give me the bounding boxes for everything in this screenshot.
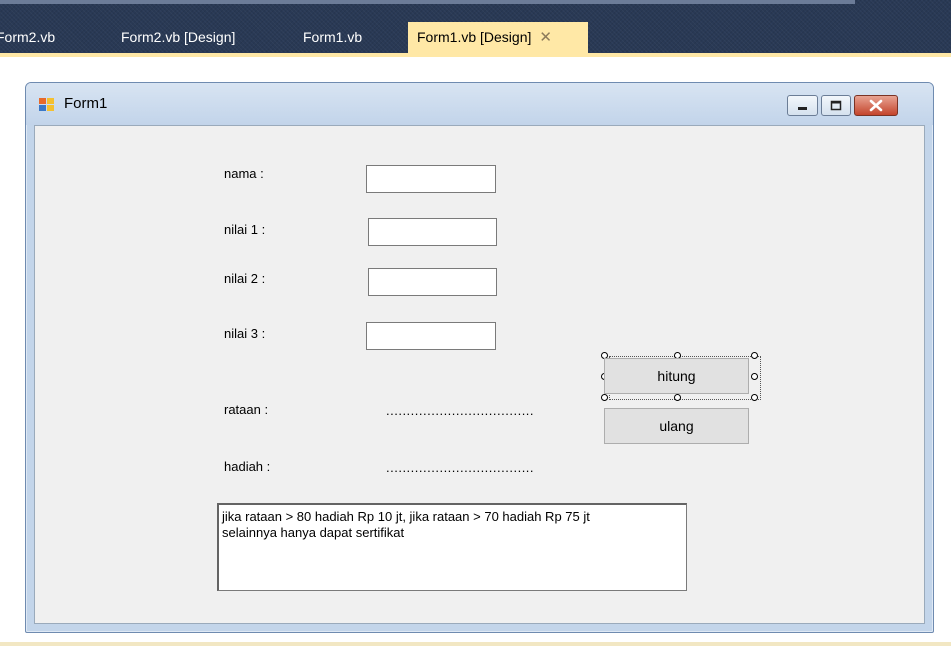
- tab-form1-design[interactable]: Form1.vb [Design] ✕: [408, 22, 588, 53]
- label-hadiah: hadiah :: [224, 459, 271, 474]
- close-tab-icon[interactable]: ✕: [539, 29, 552, 46]
- tab-label: Form1.vb: [303, 29, 363, 45]
- hitung-button[interactable]: hitung: [604, 358, 749, 394]
- tab-form1-vb[interactable]: Form1.vb: [303, 22, 362, 53]
- tab-label: Form2.vb: [0, 29, 56, 45]
- label-nilai1: nilai 1 :: [224, 222, 266, 237]
- form-title: Form1: [64, 95, 108, 112]
- resize-handle-sw[interactable]: [601, 394, 608, 401]
- label-nilai2: nilai 2 :: [224, 271, 266, 286]
- tab-strip-divider: [0, 0, 855, 4]
- document-tab-strip: Form2.vb Form2.vb [Design] Form1.vb Form…: [0, 0, 951, 55]
- minimize-button[interactable]: [787, 95, 818, 116]
- tab-form2-vb[interactable]: Form2.vb: [0, 22, 55, 53]
- input-nilai1[interactable]: [368, 218, 497, 246]
- resize-handle-s[interactable]: [674, 394, 681, 401]
- form-icon: [39, 98, 54, 111]
- maximize-button[interactable]: [821, 95, 851, 116]
- tab-form2-design[interactable]: Form2.vb [Design]: [121, 22, 235, 53]
- form-window[interactable]: Form1 nama : nilai 1 : nilai 2 : nilai 3…: [25, 82, 934, 633]
- label-nama: nama :: [224, 166, 264, 181]
- minimize-icon: [798, 107, 807, 110]
- hadiah-value: ....................................: [386, 460, 535, 475]
- input-nilai2[interactable]: [368, 268, 497, 296]
- input-nama[interactable]: [366, 165, 496, 193]
- close-button[interactable]: [854, 95, 898, 116]
- close-icon: [869, 99, 883, 112]
- info-textbox[interactable]: jika rataan > 80 hadiah Rp 10 jt, jika r…: [217, 503, 687, 591]
- resize-handle-ne[interactable]: [751, 352, 758, 359]
- designer-bottom-border: [0, 642, 951, 646]
- resize-handle-se[interactable]: [751, 394, 758, 401]
- input-nilai3[interactable]: [366, 322, 496, 350]
- resize-handle-e[interactable]: [751, 373, 758, 380]
- rataan-value: ....................................: [386, 403, 535, 418]
- ulang-button[interactable]: ulang: [604, 408, 749, 444]
- tab-label: Form2.vb [Design]: [121, 29, 236, 45]
- tab-label: Form1.vb [Design]: [417, 29, 532, 45]
- maximize-icon: [830, 100, 842, 111]
- label-rataan: rataan :: [224, 402, 269, 417]
- form-client-area: nama : nilai 1 : nilai 2 : nilai 3 : rat…: [34, 125, 925, 624]
- form-titlebar[interactable]: Form1: [26, 83, 933, 125]
- label-nilai3: nilai 3 :: [224, 326, 266, 341]
